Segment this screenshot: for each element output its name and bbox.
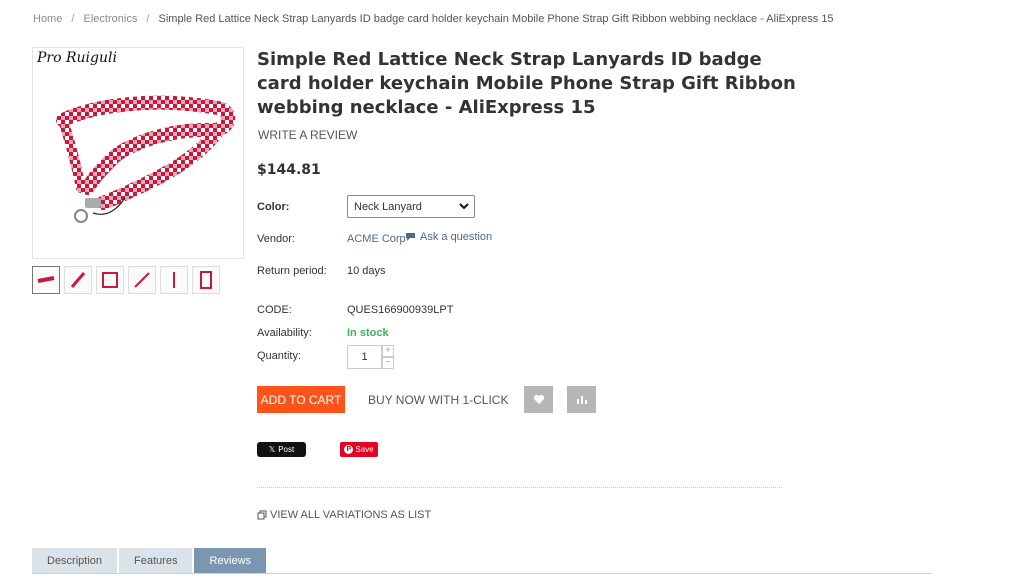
breadcrumb-electronics[interactable]: Electronics [84,13,138,25]
pinterest-save-button[interactable]: P Save [340,442,378,457]
x-logo-icon: 𝕏 [268,445,276,454]
color-select[interactable]: Neck Lanyard [347,195,475,218]
breadcrumb: Home / Electronics / Simple Red Lattice … [33,13,834,25]
view-variations-link[interactable]: VIEW ALL VARIATIONS AS LIST [257,509,431,521]
product-title: Simple Red Lattice Neck Strap Lanyards I… [257,49,796,118]
wishlist-button[interactable] [524,386,553,413]
tab-reviews[interactable]: Reviews [194,548,267,574]
x-post-label: Post [278,445,295,454]
vendor-label: Vendor: [257,233,295,245]
product-price: $144.81 [257,162,321,178]
color-select-value: Neck Lanyard [354,201,422,213]
x-post-button[interactable]: 𝕏 Post [257,442,306,457]
tab-description[interactable]: Description [32,548,118,574]
heart-icon [533,394,544,404]
copy-icon [257,510,267,520]
quantity-label: Quantity: [257,350,302,362]
compare-button[interactable] [567,386,596,413]
pinterest-logo-icon: P [344,445,354,454]
quantity-decrease-button[interactable]: − [382,357,394,369]
lanyard-image [56,95,236,223]
add-to-cart-button[interactable]: ADD TO CART [257,386,345,413]
product-main-image[interactable]: Pro Ruiguli [32,47,244,259]
availability-value: In stock [347,327,389,339]
quantity-input[interactable]: 1 [347,345,382,369]
thumbnail-strip [32,266,220,294]
code-label: CODE: [257,304,292,316]
thumbnail[interactable] [160,266,188,294]
chevron-down-icon [459,203,469,210]
speech-bubble-icon [406,233,415,241]
breadcrumb-home[interactable]: Home [33,13,62,25]
thumbnail[interactable] [32,266,60,294]
brand-mark: Pro Ruiguli [37,50,117,66]
return-value: 10 days [347,265,386,277]
quantity-increase-button[interactable]: + [382,345,394,357]
thumbnail[interactable] [64,266,92,294]
pinterest-save-label: Save [355,445,374,454]
write-review-link[interactable]: WRITE A REVIEW [258,128,357,142]
tab-features[interactable]: Features [119,548,193,574]
chart-icon [576,396,587,404]
thumbnail[interactable] [128,266,156,294]
vendor-link[interactable]: ACME Corp [347,233,406,245]
breadcrumb-separator: / [146,13,150,25]
view-variations-label: VIEW ALL VARIATIONS AS LIST [270,509,432,521]
thumbnail[interactable] [192,266,220,294]
buy-now-button[interactable]: BUY NOW WITH 1-CLICK [368,393,508,407]
product-tabs: Description Features Reviews [32,548,267,574]
return-label: Return period: [257,265,327,277]
thumbnail[interactable] [96,266,124,294]
ask-question-link[interactable]: Ask a question [405,231,492,243]
availability-label: Availability: [257,327,312,339]
ask-question-label: Ask a question [420,231,493,243]
tabs-underline [32,573,932,574]
breadcrumb-current: Simple Red Lattice Neck Strap Lanyards I… [158,13,834,25]
color-label: Color: [257,201,290,213]
divider [257,487,782,488]
code-value: QUES166900939LPT [347,304,454,316]
breadcrumb-separator: / [71,13,75,25]
